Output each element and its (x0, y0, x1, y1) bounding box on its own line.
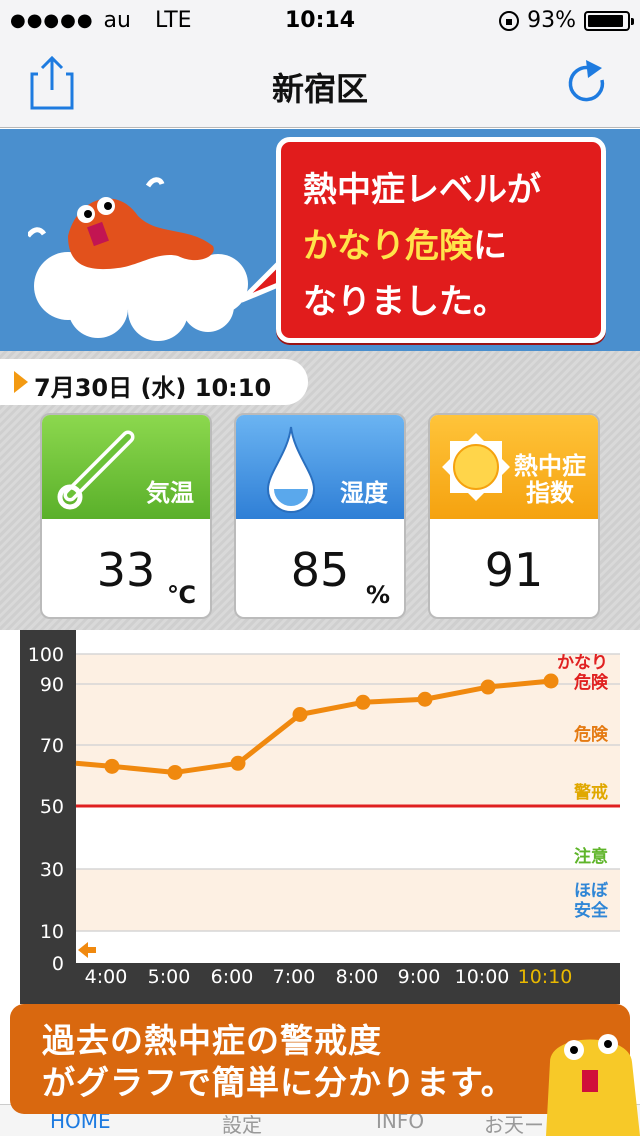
x-tick-label: 7:00 (273, 966, 316, 988)
temperature-unit: ℃ (166, 581, 196, 609)
heat-index-chart: 100 90 70 50 30 10 0 かなり 危険 危険 警戒 注意 ほぼ 安全 4:00 5:00 6:0… (20, 630, 620, 1004)
date-label: 7月30日 (水) 10:10 (0, 359, 308, 405)
x-tick-label: 10:10 (518, 966, 573, 988)
humidity-unit: % (365, 581, 390, 609)
status-bar: ●●●●● au LTE 10:14 93% (0, 0, 640, 40)
promo-tooltip[interactable]: 過去の熱中症の警戒度 がグラフで簡単に分かります。 (10, 1004, 630, 1114)
promo-message: 過去の熱中症の警戒度 がグラフで簡単に分かります。 (42, 1020, 515, 1104)
y-tick-label: 70 (40, 735, 64, 757)
heat-index-label: 熱中症 指数 (514, 453, 586, 507)
sun-icon (442, 433, 510, 501)
zone-label: かなり (557, 653, 608, 673)
data-point (355, 694, 371, 710)
date-text: 7月30日 (水) 10:10 (34, 374, 272, 402)
heat-index-label-line2: 指数 (526, 479, 574, 507)
rotation-lock-icon (499, 10, 520, 31)
thermometer-icon (57, 430, 135, 510)
alert-speech-bubble: 熱中症レベルが かなり危険に なりました。 (276, 137, 606, 343)
x-tick-label: 4:00 (85, 966, 128, 988)
promo-line2: がグラフで簡単に分かります。 (42, 1063, 515, 1102)
humidity-label: 湿度 (340, 479, 388, 507)
alert-line2: かなり危険に (303, 218, 541, 274)
data-point (104, 758, 120, 774)
x-tick-label: 6:00 (211, 966, 254, 988)
data-point (292, 707, 308, 722)
water-drop-icon (266, 426, 316, 513)
triangle-icon (14, 371, 28, 393)
zone-band-safe (76, 869, 620, 931)
zone-label: 危険 (573, 724, 609, 745)
temperature-card: 気温 33 ℃ (40, 413, 212, 619)
page-title: 新宿区 (271, 70, 368, 108)
y-tick-label: 50 (40, 796, 64, 818)
temperature-label: 気温 (146, 479, 194, 507)
heat-index-label-line1: 熱中症 (514, 452, 586, 480)
alert-line3: なりました。 (303, 282, 507, 322)
temperature-card-header: 気温 (42, 415, 210, 519)
data-point (480, 679, 496, 695)
y-tick-label: 10 (40, 921, 64, 943)
chart-svg: 10090705030100かなり危険危険警戒注意ほぼ安全4:00 5:00 6:0… (28, 630, 620, 988)
zone-label: ほぼ (574, 881, 609, 901)
humidity-card-header: 湿度 (236, 415, 404, 519)
zone-label: 危険 (573, 672, 609, 693)
zone-label: 警戒 (573, 782, 608, 803)
mascot-on-cloud-illustration (28, 177, 248, 341)
y-tick-label: 0 (52, 953, 64, 975)
x-tick-label: 10:00 (455, 966, 510, 988)
data-point (230, 755, 246, 771)
nav-bar: 新宿区 (0, 40, 640, 128)
y-tick-label: 30 (40, 859, 64, 881)
heat-index-card: 熱中症 指数 91 (428, 413, 600, 619)
zone-label: 注意 (574, 846, 608, 867)
y-tick-label: 100 (28, 644, 64, 666)
heat-index-card-header: 熱中症 指数 (430, 415, 598, 519)
alert-level-highlight: かなり危険 (303, 226, 473, 266)
data-point (167, 764, 183, 780)
alert-line2-rest: に (473, 226, 507, 266)
data-point (417, 691, 433, 707)
zone-label: 安全 (574, 900, 609, 921)
alert-message: 熱中症レベルが かなり危険に なりました。 (303, 162, 541, 330)
battery-icon (584, 10, 634, 31)
yellow-mascot-illustration (546, 1034, 640, 1136)
y-tick-label: 90 (40, 674, 64, 696)
x-tick-label: 5:00 (148, 966, 191, 988)
x-tick-label: 9:00 (398, 966, 441, 988)
zone-band-danger (76, 745, 620, 806)
heat-index-value: 91 (484, 543, 544, 597)
zone-band-danger-high (76, 654, 620, 745)
promo-line1: 過去の熱中症の警戒度 (42, 1021, 382, 1060)
status-right: 93% (499, 8, 634, 33)
x-tick-label: 8:00 (336, 966, 379, 988)
battery-percent: 93% (527, 8, 576, 33)
alert-line1: 熱中症レベルが (303, 170, 541, 210)
battery-fill (588, 14, 624, 27)
data-point (543, 673, 559, 689)
refresh-icon[interactable] (568, 58, 612, 110)
humidity-card: 湿度 85 % (234, 413, 406, 619)
